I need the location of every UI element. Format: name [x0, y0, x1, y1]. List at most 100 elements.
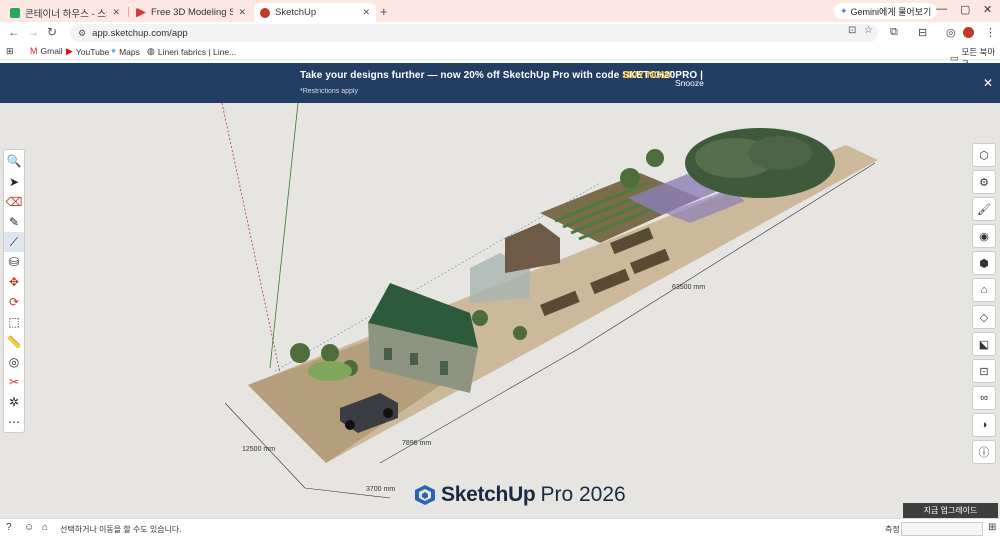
bookmark-star-icon[interactable]: ☆	[864, 25, 873, 36]
maps-icon: ⌖	[111, 46, 117, 56]
browser-toolbar: ← → ↻ ⚙ app.sketchup.com/app ⊡ ☆ ⧉ ⊟ ◎ ⋮	[0, 22, 1000, 44]
tab-favicon-icon	[260, 7, 270, 18]
sketchup-watermark: SketchUp Pro 2026	[414, 483, 626, 507]
bookmark-youtube[interactable]: ▶ YouTube	[66, 46, 109, 57]
tab-0[interactable]: 콘테이너 하우스 - 스케치업 웹 ✕	[4, 3, 126, 22]
upgrade-button[interactable]: 지금 업그레이드	[903, 503, 998, 518]
pencil-tool-icon[interactable]: ✎	[4, 212, 24, 232]
green-axis	[269, 103, 299, 369]
tab-title: SketchUp	[275, 7, 317, 18]
tab-favicon-icon	[10, 7, 20, 18]
address-bar[interactable]: ⚙ app.sketchup.com/app	[70, 24, 878, 42]
section-plane-tool-icon[interactable]: ✂	[4, 372, 24, 392]
push-pull-tool-icon[interactable]: ⬚	[4, 312, 24, 332]
materials-icon[interactable]: 🖌	[972, 197, 996, 221]
measurements-label: 측정	[885, 525, 900, 534]
bookmark-linen[interactable]: ◍ Linen fabrics | Line...	[147, 46, 236, 57]
3d-scene: 63500 mm 12500 mm 7896 mm 3700 mm	[221, 103, 878, 499]
minimize-icon[interactable]: —	[936, 3, 947, 15]
tab-close-icon[interactable]: ✕	[112, 7, 120, 18]
tab-title: Free 3D Modeling Software | 3	[151, 7, 234, 18]
entity-info-icon[interactable]: ⬡	[972, 143, 996, 167]
tab-2-active[interactable]: SketchUp ✕	[254, 3, 376, 22]
paint-icon[interactable]: ◇	[972, 305, 996, 329]
status-text: 선택하거나 이동을 할 수도 있습니다.	[60, 525, 182, 534]
banner-close-icon[interactable]: ✕	[983, 76, 993, 90]
orbit-tool-icon[interactable]: ◎	[4, 352, 24, 372]
gemini-label: Gemini에게 물어보기	[850, 6, 932, 17]
more-tools-icon[interactable]: ⋯	[4, 412, 24, 432]
tape-measure-tool-icon[interactable]: 📏	[4, 332, 24, 352]
status-expand-icon[interactable]: ⊞	[988, 522, 996, 533]
styles-icon[interactable]: ◉	[972, 224, 996, 248]
gemini-icon: ✦	[840, 5, 848, 16]
brand-version: Pro 2026	[540, 483, 626, 506]
bookmark-label: Maps	[119, 46, 140, 57]
window-close-icon[interactable]: ✕	[983, 3, 992, 16]
extensions-icon[interactable]: ⧉	[890, 26, 898, 39]
display-icon[interactable]: ⬕	[972, 332, 996, 356]
new-tab-icon[interactable]: +	[380, 4, 388, 19]
help-icon[interactable]: ?	[6, 522, 12, 533]
tab-close-icon[interactable]: ✕	[362, 7, 370, 18]
tab-1[interactable]: Free 3D Modeling Software | 3 ✕	[130, 3, 252, 22]
components-icon[interactable]: ⚙	[972, 170, 996, 194]
tags-icon[interactable]: ⬢	[972, 251, 996, 275]
soften-icon[interactable]: ◑	[972, 413, 996, 437]
globe-icon: ◍	[147, 46, 155, 56]
folder-icon: ▭	[950, 52, 959, 63]
orchard-canopy-2	[748, 136, 812, 170]
mouse-icon: ⌂	[42, 522, 49, 533]
bookmark-maps[interactable]: ⌖ Maps	[111, 46, 140, 57]
tab-strip: 콘테이너 하우스 - 스케치업 웹 ✕ Free 3D Modeling Sof…	[0, 0, 1000, 22]
reload-icon[interactable]: ↻	[47, 25, 57, 39]
buy-now-link[interactable]: BUY NOW	[623, 70, 671, 81]
lawn	[308, 361, 352, 381]
url-text: app.sketchup.com/app	[92, 27, 188, 39]
user-icon[interactable]: ☺	[24, 522, 34, 533]
paint-bucket-tool-icon[interactable]: ⛁	[4, 252, 24, 272]
forward-icon[interactable]: →	[27, 25, 39, 39]
right-panel: ⬡ ⚙ 🖌 ◉ ⬢ ⌂ ◇ ⬕ ⊡ ∞ ◑ ⓘ	[972, 143, 996, 467]
dimension-label: 7896 mm	[402, 440, 431, 447]
tab-favicon-icon	[136, 7, 146, 18]
select-tool-icon[interactable]: ➤	[4, 172, 24, 192]
modeling-canvas[interactable]: 63500 mm 12500 mm 7896 mm 3700 mm Sketch…	[0, 103, 1000, 518]
tab-divider	[128, 7, 129, 17]
bookmarks-bar: ⊞ M Gmail ▶ YouTube ⌖ Maps ◍ Linen fabri…	[0, 44, 1000, 69]
measurements-box[interactable]	[901, 522, 983, 536]
outliner-icon[interactable]: ⊡	[972, 359, 996, 383]
rotate-tool-icon[interactable]: ⟳	[4, 292, 24, 312]
banner-terms: *Restrictions apply	[300, 88, 358, 95]
apps-icon[interactable]: ⊞	[6, 46, 14, 57]
glasses-icon[interactable]: ∞	[972, 386, 996, 410]
status-bar: ? ☺ ⌂ 선택하거나 이동을 할 수도 있습니다. 측정 ⊞	[0, 518, 1000, 538]
tab-close-icon[interactable]: ✕	[238, 7, 246, 18]
solar-tool-icon[interactable]: ✲	[4, 392, 24, 412]
move-tool-icon[interactable]: ✥	[4, 272, 24, 292]
maximize-icon[interactable]: ▢	[960, 3, 970, 16]
dimension-label: 3700 mm	[366, 486, 395, 493]
left-toolbar: 🔍 ➤ ⌫ ✎ ⟋ ⛁ ✥ ⟳ ⬚ 📏 ◎ ✂ ✲ ⋯	[3, 149, 25, 433]
instructor-icon[interactable]: ⓘ	[972, 440, 996, 464]
bookmark-label: Gmail	[40, 46, 63, 56]
install-app-icon[interactable]: ⊡	[848, 25, 856, 36]
bookmark-gmail[interactable]: M Gmail	[30, 46, 63, 56]
menu-icon[interactable]: ⋮	[985, 26, 996, 39]
site-info-icon[interactable]: ⚙	[78, 28, 86, 39]
cast-icon[interactable]: ⊟	[918, 26, 927, 39]
zoom-tool-icon[interactable]: 🔍	[4, 150, 24, 172]
snooze-link[interactable]: Snooze	[675, 78, 704, 88]
assistant-icon[interactable]: ◎	[946, 26, 956, 39]
back-icon[interactable]: ←	[8, 25, 20, 39]
promo-banner: Take your designs further — now 20% off …	[0, 63, 1000, 103]
tab-title: 콘테이너 하우스 - 스케치업 웹	[25, 8, 107, 20]
line-tool-icon[interactable]: ⟋	[4, 232, 24, 252]
eraser-tool-icon[interactable]: ⌫	[4, 192, 24, 212]
dimension-label: 63500 mm	[672, 284, 705, 291]
mail-icon: M	[30, 46, 38, 56]
brand-name: SketchUp	[441, 483, 536, 506]
avatar[interactable]	[963, 27, 974, 38]
gemini-button[interactable]: ✦ Gemini에게 물어보기	[834, 3, 938, 19]
scenes-icon[interactable]: ⌂	[972, 278, 996, 302]
